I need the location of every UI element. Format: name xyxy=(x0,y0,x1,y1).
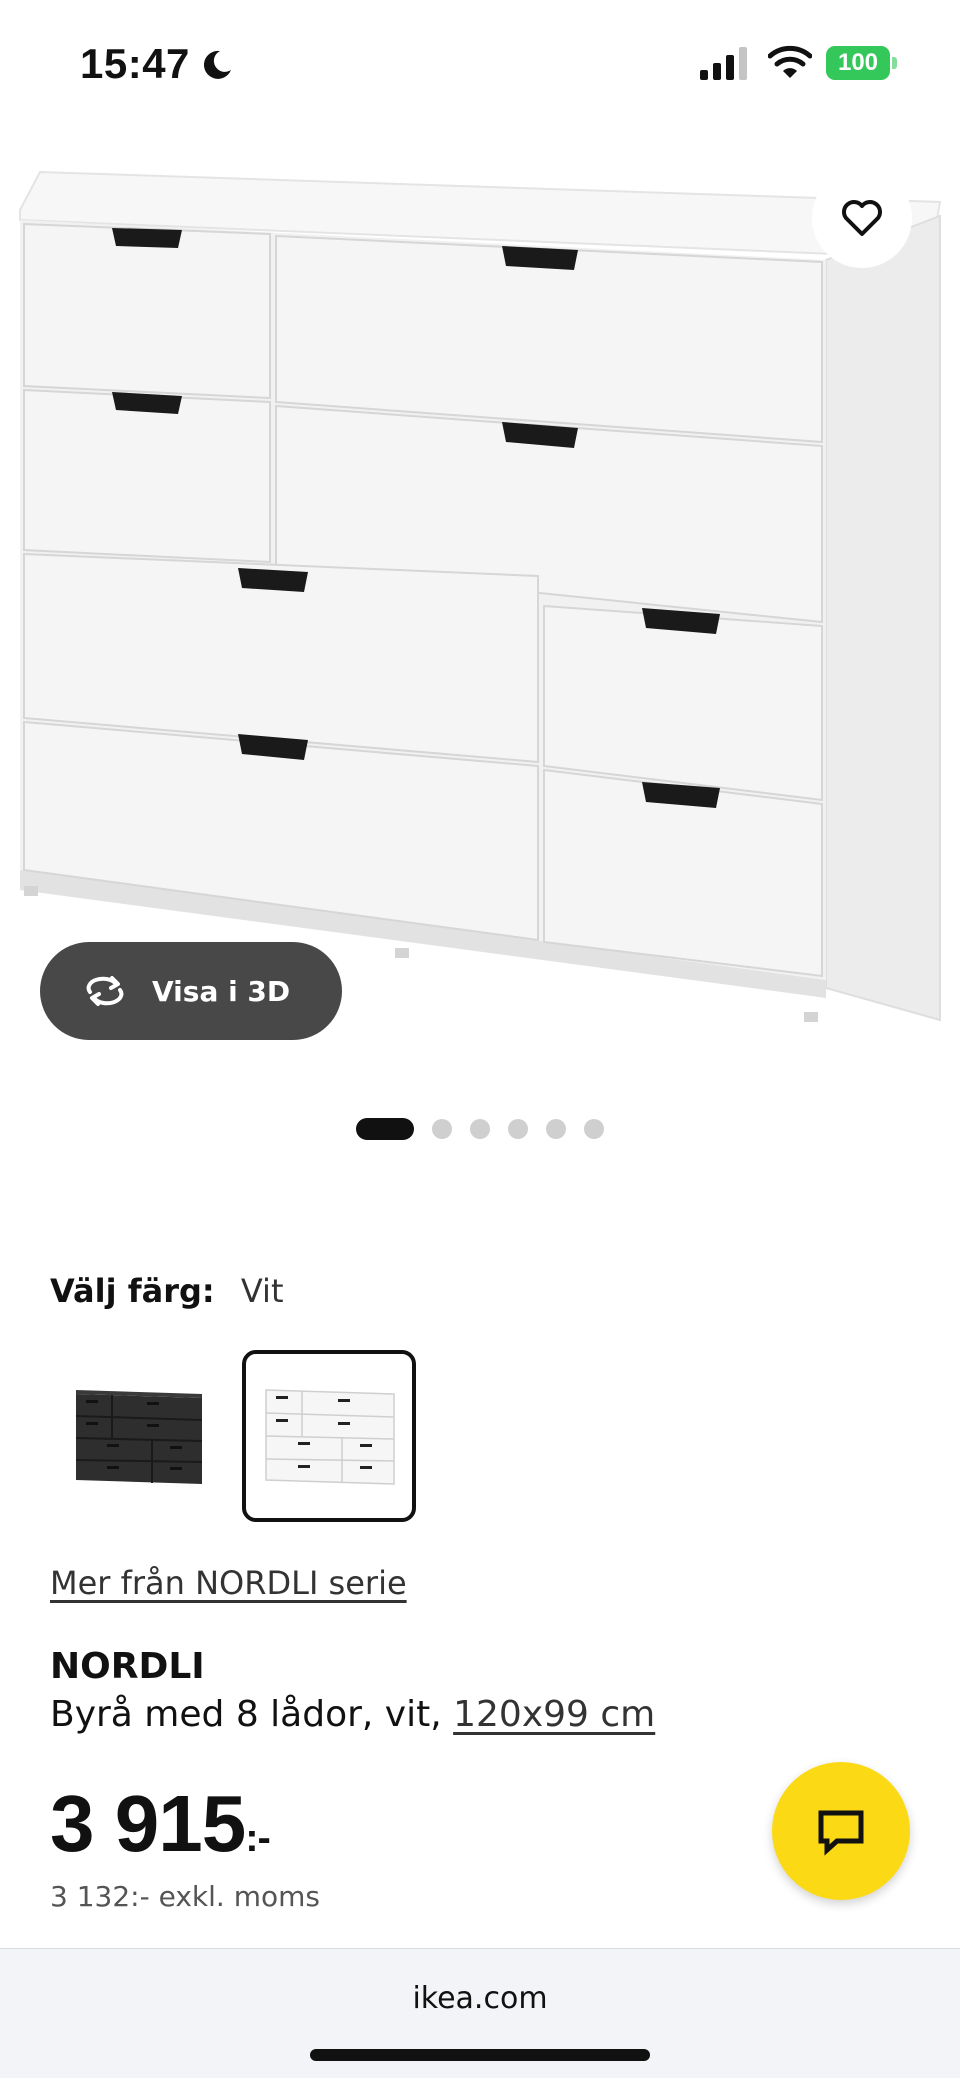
series-link[interactable]: Mer från NORDLI serie xyxy=(50,1564,407,1602)
product-size-link[interactable]: 120x99 cm xyxy=(453,1694,655,1735)
product-brand: NORDLI xyxy=(50,1646,205,1687)
battery-icon: 100 xyxy=(826,46,898,80)
status-bar: 15:47 100 xyxy=(0,0,960,120)
view-3d-label: Visa i 3D xyxy=(152,974,291,1008)
signal-icon xyxy=(700,47,747,80)
gallery-pagination[interactable] xyxy=(0,1118,960,1140)
battery-level: 100 xyxy=(826,46,890,80)
black-dresser-thumbnail xyxy=(75,1390,203,1484)
chat-icon xyxy=(818,1810,864,1856)
favorite-button[interactable] xyxy=(812,168,912,268)
price-suffix: :- xyxy=(245,1816,271,1860)
chat-button[interactable] xyxy=(772,1762,910,1900)
rotate-3d-icon xyxy=(86,976,124,1006)
product-image[interactable] xyxy=(0,150,960,1050)
white-dresser-thumbnail xyxy=(265,1389,395,1485)
pagination-dot[interactable] xyxy=(508,1119,528,1139)
color-selector: Välj färg: Vit xyxy=(50,1272,283,1310)
price-value: 3 915 xyxy=(50,1779,246,1868)
pagination-dot[interactable] xyxy=(584,1119,604,1139)
price-ex-vat: 3 132:- exkl. moms xyxy=(50,1880,320,1913)
color-value: Vit xyxy=(240,1272,284,1310)
product-price: 3 915:- xyxy=(50,1778,271,1870)
pagination-dot[interactable] xyxy=(432,1119,452,1139)
view-3d-button[interactable]: Visa i 3D xyxy=(40,942,342,1040)
pagination-dot[interactable] xyxy=(546,1119,566,1139)
color-label: Välj färg: xyxy=(50,1272,215,1310)
status-time: 15:47 xyxy=(80,40,190,87)
product-description: Byrå med 8 lådor, vit, 120x99 cm xyxy=(50,1694,655,1735)
pagination-dot-active[interactable] xyxy=(356,1118,414,1140)
home-indicator[interactable] xyxy=(310,2049,650,2061)
url-field[interactable]: ikea.com xyxy=(0,1981,960,2016)
product-description-text: Byrå med 8 lådor, vit, xyxy=(50,1694,454,1735)
browser-bar: ikea.com xyxy=(0,1948,960,2078)
color-swatch-white[interactable] xyxy=(242,1350,416,1522)
pagination-dot[interactable] xyxy=(470,1119,490,1139)
heart-icon xyxy=(842,200,882,236)
color-swatch-black[interactable] xyxy=(50,1350,224,1522)
wifi-icon xyxy=(768,45,812,78)
moon-icon xyxy=(203,50,231,79)
